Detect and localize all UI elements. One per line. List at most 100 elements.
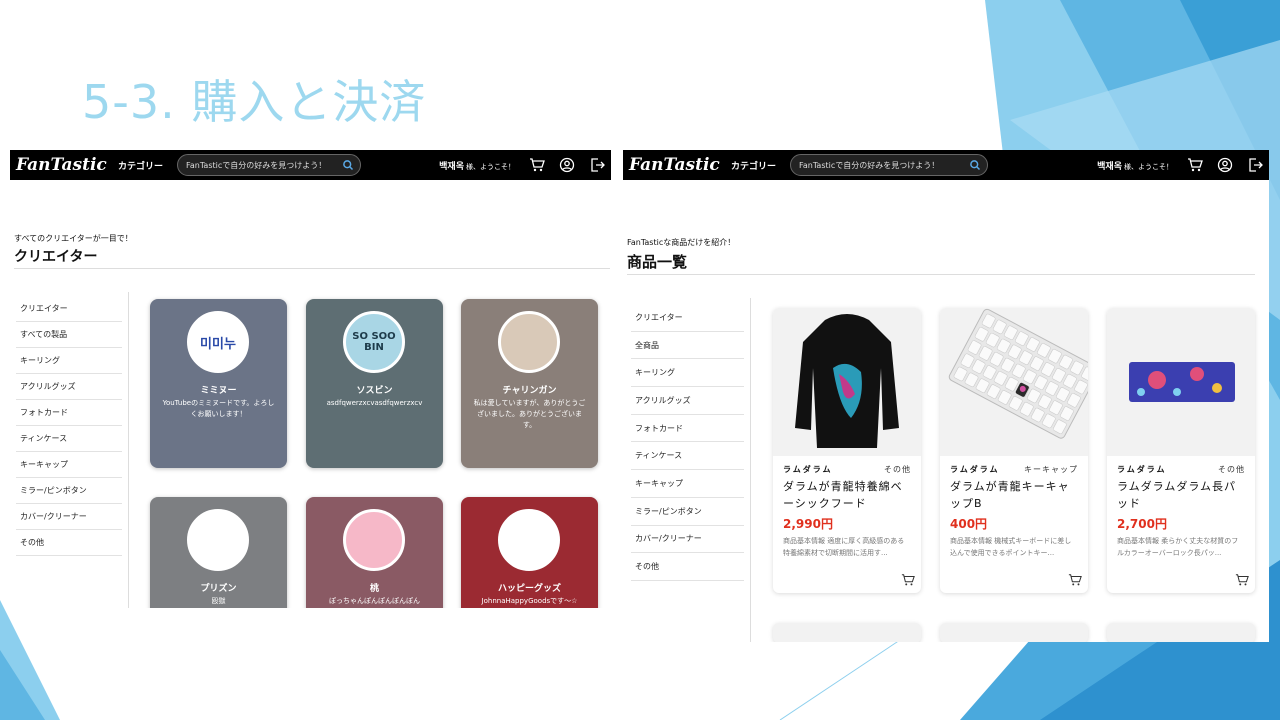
sidebar-divider: [128, 292, 129, 608]
sidebar-item[interactable]: アクリルグッズ: [16, 374, 122, 400]
product-price: 400円: [950, 517, 988, 531]
creator-avatar: [498, 509, 560, 571]
product-price: 2,990円: [783, 517, 833, 531]
keyboard-image: [948, 308, 1088, 439]
product-price: 2,700円: [1117, 517, 1167, 531]
creator-description: JohnnaHappyGoodsです～☆: [481, 597, 578, 605]
product-name[interactable]: ダラムが青龍キーキャップB: [950, 478, 1078, 512]
logout-icon[interactable]: [589, 157, 605, 173]
sidebar-item[interactable]: すべての製品: [16, 322, 122, 348]
sidebar-item[interactable]: アクリルグッズ: [631, 387, 744, 415]
creator-card[interactable]: プリズン 殴獄: [150, 497, 287, 608]
product-category: キーキャップ: [1024, 465, 1078, 474]
sidebar-item[interactable]: ティンケース: [16, 426, 122, 452]
logout-icon[interactable]: [1247, 157, 1263, 173]
product-card[interactable]: ラムダラム キーキャップダラムが青龍キーキャップB 400円商品基本情報 機械式キー…: [940, 308, 1088, 593]
search-icon[interactable]: [342, 159, 354, 171]
avatar-text: SO SOO BIN: [352, 331, 396, 353]
sidebar-item[interactable]: カバー/クリーナー: [631, 526, 744, 554]
creator-card[interactable]: ハッピーグッズ JohnnaHappyGoodsです～☆: [461, 497, 598, 608]
product-image[interactable]: [1107, 308, 1255, 456]
product-card[interactable]: ラムダラム その他ダラムが青龍特養綿ベーシックフード 2,990円商品基本情報 適度…: [773, 308, 921, 593]
creator-description: YouTubeのミミヌードです。よろしくお願いします！: [162, 399, 275, 418]
avatar-text: 미미누: [200, 336, 236, 352]
creator-name: 桃: [369, 584, 379, 594]
product-name[interactable]: ダラムが青龍特養綿ベーシックフード: [783, 478, 911, 512]
creator-name: ミミヌー: [200, 386, 237, 396]
sidebar-item[interactable]: キーキャップ: [631, 470, 744, 498]
pad-image: [1129, 362, 1235, 402]
sidebar-item[interactable]: 全商品: [631, 332, 744, 360]
cart-icon[interactable]: [529, 157, 545, 173]
search-input[interactable]: FanTasticで自分の好みを見つけよう！: [790, 154, 989, 176]
sidebar-divider: [750, 298, 751, 642]
sidebar-item[interactable]: キーキャップ: [16, 452, 122, 478]
sidebar-item[interactable]: フォトカード: [631, 415, 744, 443]
creators-subheading: すべてのクリエイターが一目で！: [14, 234, 133, 243]
add-to-cart-icon[interactable]: [1235, 573, 1249, 587]
products-page-screenshot: FanTastic カテゴリー FanTasticで自分の好みを見つけよう！ 백…: [623, 150, 1269, 642]
sidebar-item[interactable]: カバー/クリーナー: [16, 504, 122, 530]
fantastic-logo[interactable]: FanTastic: [16, 155, 110, 175]
sidebar-item[interactable]: ミラー/ピンボタン: [631, 498, 744, 526]
sidebar-item[interactable]: クリエイター: [631, 304, 744, 332]
creator-name: チャリンガン: [502, 386, 557, 396]
product-info: ラムダラム キーキャップダラムが青龍キーキャップB 400円商品基本情報 機械式キー…: [940, 456, 1088, 559]
product-meta: ラムダラム その他: [783, 464, 911, 475]
product-card[interactable]: [773, 623, 921, 642]
creator-card[interactable]: SO SOO BIN ソスビン asdfqwerzxcvasdfqwerzxcv: [306, 299, 443, 468]
user-name: 백재옥: [1097, 161, 1122, 172]
product-image[interactable]: [773, 308, 921, 456]
search-placeholder: FanTasticで自分の好みを見つけよう！: [186, 160, 327, 170]
creator-description: ぽっちゃんぽんぽんぽんぽん: [329, 597, 420, 605]
sidebar-item[interactable]: フォトカード: [16, 400, 122, 426]
product-card[interactable]: [1107, 623, 1255, 642]
sidebar-item[interactable]: ミラー/ピンボタン: [16, 478, 122, 504]
product-category: その他: [884, 465, 911, 474]
product-card[interactable]: [940, 623, 1088, 642]
creator-avatar: [343, 509, 405, 571]
sidebar-item[interactable]: その他: [16, 530, 122, 556]
slide-title: 5-3. 購入と決済: [82, 75, 427, 129]
add-to-cart-icon[interactable]: [1068, 573, 1082, 587]
creator-avatar: 미미누: [187, 311, 249, 373]
product-card[interactable]: ラムダラム その他ラムダラムダラム長パッド 2,700円商品基本情報 柔らかく丈夫な…: [1107, 308, 1255, 593]
sidebar-item[interactable]: キーリング: [631, 359, 744, 388]
product-description: 商品基本情報 柔らかく丈夫な材質のフルカラーオーバーロック長パッ...: [1117, 537, 1239, 557]
user-greeting: 백재옥 様、ようこそ！: [439, 159, 515, 172]
search-placeholder: FanTasticで自分の好みを見つけよう！: [799, 160, 940, 170]
add-to-cart-icon[interactable]: [901, 573, 915, 587]
category-menu[interactable]: カテゴリー: [118, 159, 163, 172]
creator-card[interactable]: 미미누 ミミヌー YouTubeのミミヌードです。よろしくお願いします！: [150, 299, 287, 468]
product-creator[interactable]: ラムダラム: [950, 464, 1000, 475]
creator-description: asdfqwerzxcvasdfqwerzxcv: [326, 399, 423, 407]
top-navigation-bar: FanTastic カテゴリー FanTasticで自分の好みを見つけよう！ 백…: [623, 150, 1269, 180]
product-creator[interactable]: ラムダラム: [1117, 464, 1167, 475]
product-description: 商品基本情報 機械式キーボードに差し込んで使用できるポイントキー...: [950, 537, 1072, 557]
sidebar-item[interactable]: キーリング: [16, 348, 122, 374]
hoodie-image: [795, 314, 899, 448]
product-info: ラムダラム その他ダラムが青龍特養綿ベーシックフード 2,990円商品基本情報 適度…: [773, 456, 921, 559]
fantastic-logo[interactable]: FanTastic: [629, 155, 723, 175]
account-icon[interactable]: [559, 157, 575, 173]
product-creator[interactable]: ラムダラム: [783, 464, 833, 475]
cart-icon[interactable]: [1187, 157, 1203, 173]
creator-card[interactable]: 桃ぽっちゃんぽんぽんぽんぽん: [306, 497, 443, 608]
product-meta: ラムダラム その他: [1117, 464, 1245, 475]
product-image[interactable]: [940, 308, 1088, 456]
sidebar-item[interactable]: その他: [631, 553, 744, 581]
sidebar-item[interactable]: クリエイター: [16, 296, 122, 322]
creator-avatar: SO SOO BIN: [343, 311, 405, 373]
product-meta: ラムダラム キーキャップ: [950, 464, 1078, 475]
creator-card[interactable]: チャリンガン私は愛していますが、ありがとうございました。ありがとうございます。: [461, 299, 598, 468]
product-name[interactable]: ラムダラムダラム長パッド: [1117, 478, 1245, 512]
sidebar-item[interactable]: ティンケース: [631, 442, 744, 471]
search-input[interactable]: FanTasticで自分の好みを見つけよう！: [177, 154, 362, 176]
creator-avatar: [498, 311, 560, 373]
product-description: 商品基本情報 適度に厚く高級感のある特養綿素材で切断期間に活用す...: [783, 537, 905, 557]
search-icon[interactable]: [969, 159, 981, 171]
category-menu[interactable]: カテゴリー: [731, 159, 776, 172]
product-category: その他: [1218, 465, 1245, 474]
creator-description: 私は愛していますが、ありがとうございました。ありがとうございます。: [473, 399, 586, 429]
account-icon[interactable]: [1217, 157, 1233, 173]
